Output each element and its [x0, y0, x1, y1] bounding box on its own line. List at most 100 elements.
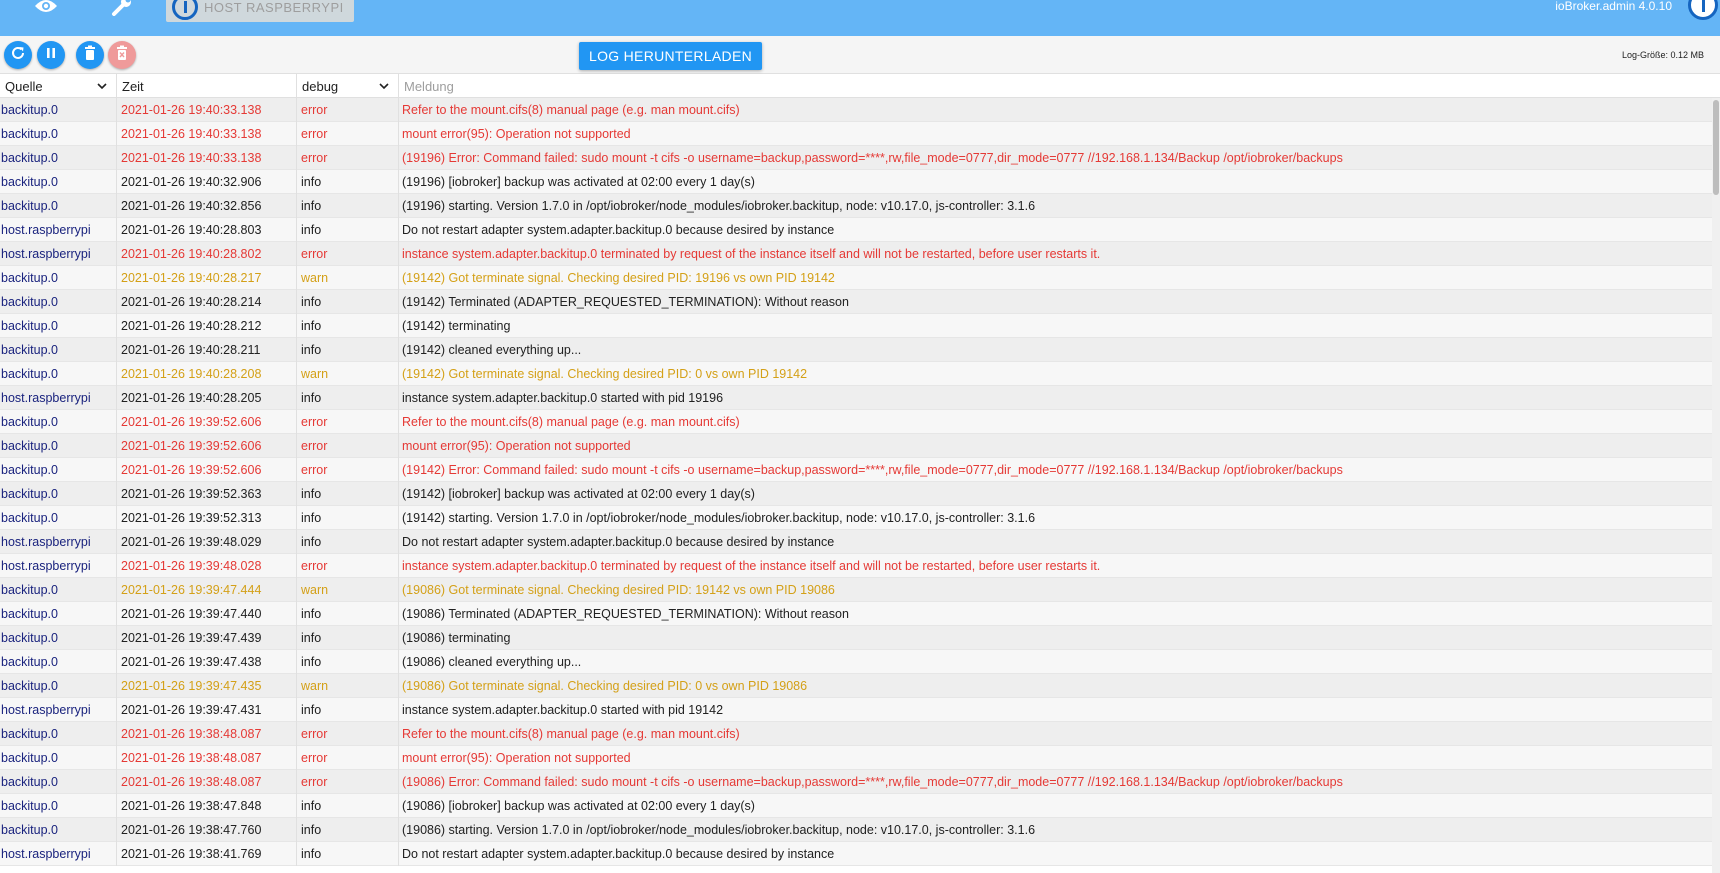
table-row[interactable]: backitup.0 2021-01-26 19:40:28.212 info (19… [0, 314, 1712, 338]
wrench-icon[interactable] [102, 0, 142, 20]
table-row[interactable]: backitup.0 2021-01-26 19:40:33.138 error Re… [0, 98, 1712, 122]
message-filter-input[interactable]: Meldung [398, 74, 1720, 98]
time-cell: 2021-01-26 19:39:52.606 [121, 463, 262, 477]
table-row[interactable]: host.raspberrypi 2021-01-26 19:40:28.205 i… [0, 386, 1712, 410]
time-cell: 2021-01-26 19:38:48.087 [121, 727, 262, 741]
table-row[interactable]: backitup.0 2021-01-26 19:39:47.435 warn (19… [0, 674, 1712, 698]
table-row[interactable]: backitup.0 2021-01-26 19:40:28.208 warn (19… [0, 362, 1712, 386]
message-cell: (19196) starting. Version 1.7.0 in /opt/… [402, 199, 1036, 213]
table-row[interactable]: backitup.0 2021-01-26 19:39:47.438 info (19… [0, 650, 1712, 674]
source-cell: host.raspberrypi [1, 559, 91, 573]
level-cell: error [301, 439, 328, 453]
column-divider [398, 458, 399, 482]
time-cell: 2021-01-26 19:39:52.606 [121, 415, 262, 429]
table-row[interactable]: backitup.0 2021-01-26 19:39:52.606 error Re… [0, 410, 1712, 434]
table-row[interactable]: backitup.0 2021-01-26 19:40:28.217 warn (19… [0, 266, 1712, 290]
table-row[interactable]: host.raspberrypi 2021-01-26 19:39:48.028 e… [0, 554, 1712, 578]
eye-icon[interactable] [26, 0, 66, 20]
message-cell: mount error(95): Operation not supported [402, 751, 631, 765]
host-tab[interactable]: HOST RASPBERRYPI [166, 0, 354, 22]
message-cell: (19142) Terminated (ADAPTER_REQUESTED_TE… [402, 295, 849, 309]
download-log-button[interactable]: LOG HERUNTERLADEN [579, 42, 762, 70]
column-divider [116, 410, 117, 434]
table-row[interactable]: backitup.0 2021-01-26 19:39:52.606 error (1… [0, 458, 1712, 482]
table-row[interactable]: backitup.0 2021-01-26 19:38:48.087 error mo… [0, 746, 1712, 770]
table-row[interactable]: backitup.0 2021-01-26 19:38:47.848 info (19… [0, 794, 1712, 818]
column-divider [398, 482, 399, 506]
level-cell: info [301, 655, 322, 669]
iobroker-logo-icon[interactable] [1688, 0, 1718, 20]
table-row[interactable]: backitup.0 2021-01-26 19:40:28.214 info (19… [0, 290, 1712, 314]
column-divider [116, 746, 117, 770]
delete-forever-icon [115, 45, 129, 66]
message-cell: (19086) terminating [402, 631, 511, 645]
message-cell: (19142) Got terminate signal. Checking d… [402, 271, 835, 285]
table-row[interactable]: backitup.0 2021-01-26 19:39:47.439 info (19… [0, 626, 1712, 650]
column-divider [398, 794, 399, 818]
table-row[interactable]: backitup.0 2021-01-26 19:40:33.138 error (1… [0, 146, 1712, 170]
column-divider [398, 770, 399, 794]
pause-icon [44, 46, 58, 65]
message-cell: Do not restart adapter system.adapter.ba… [402, 223, 835, 237]
message-cell: mount error(95): Operation not supported [402, 439, 631, 453]
column-divider [116, 458, 117, 482]
scrollbar[interactable] [1712, 98, 1720, 873]
column-divider [296, 722, 297, 746]
column-divider [296, 818, 297, 842]
table-row[interactable]: host.raspberrypi 2021-01-26 19:39:48.029 i… [0, 530, 1712, 554]
level-cell: info [301, 607, 322, 621]
table-row[interactable]: backitup.0 2021-01-26 19:40:28.211 info (19… [0, 338, 1712, 362]
table-row[interactable]: backitup.0 2021-01-26 19:39:52.363 info (19… [0, 482, 1712, 506]
table-row[interactable]: backitup.0 2021-01-26 19:40:33.138 error mo… [0, 122, 1712, 146]
time-cell: 2021-01-26 19:40:32.856 [121, 199, 262, 213]
level-cell: warn [301, 583, 329, 597]
column-divider [398, 242, 399, 266]
message-cell: instance system.adapter.backitup.0 start… [402, 391, 724, 405]
column-divider [398, 530, 399, 554]
level-cell: error [301, 103, 328, 117]
column-divider [296, 386, 297, 410]
message-cell: (19142) starting. Version 1.7.0 in /opt/… [402, 511, 1036, 525]
table-row[interactable]: host.raspberrypi 2021-01-26 19:40:28.802 e… [0, 242, 1712, 266]
message-cell: (19196) Error: Command failed: sudo moun… [402, 151, 1343, 165]
refresh-button[interactable] [4, 41, 32, 69]
table-row[interactable]: backitup.0 2021-01-26 19:39:52.313 info (19… [0, 506, 1712, 530]
source-cell: backitup.0 [1, 679, 58, 693]
table-row[interactable]: backitup.0 2021-01-26 19:40:32.856 info (19… [0, 194, 1712, 218]
column-divider [296, 842, 297, 866]
table-row[interactable]: host.raspberrypi 2021-01-26 19:40:28.803 i… [0, 218, 1712, 242]
column-divider [398, 746, 399, 770]
source-cell: host.raspberrypi [1, 391, 91, 405]
table-row[interactable]: backitup.0 2021-01-26 19:40:32.906 info (19… [0, 170, 1712, 194]
column-divider [116, 434, 117, 458]
delete-log-button[interactable] [76, 41, 104, 69]
table-row[interactable]: backitup.0 2021-01-26 19:38:48.087 error (1… [0, 770, 1712, 794]
column-divider [296, 266, 297, 290]
column-divider [398, 626, 399, 650]
table-row[interactable]: backitup.0 2021-01-26 19:39:52.606 error mo… [0, 434, 1712, 458]
level-filter-select[interactable]: debug [296, 74, 398, 98]
table-row[interactable]: backitup.0 2021-01-26 19:38:47.760 info (19… [0, 818, 1712, 842]
delete-log-file-button[interactable] [108, 41, 136, 69]
table-row[interactable]: backitup.0 2021-01-26 19:38:48.087 error Re… [0, 722, 1712, 746]
table-row[interactable]: host.raspberrypi 2021-01-26 19:39:47.431 i… [0, 698, 1712, 722]
level-cell: info [301, 343, 322, 357]
source-cell: backitup.0 [1, 415, 58, 429]
column-divider [116, 290, 117, 314]
table-row[interactable]: host.raspberrypi 2021-01-26 19:38:41.769 i… [0, 842, 1712, 866]
level-cell: info [301, 631, 322, 645]
column-divider [296, 170, 297, 194]
level-cell: info [301, 391, 322, 405]
log-table-body: backitup.0 2021-01-26 19:40:33.138 error Re… [0, 98, 1712, 873]
table-row[interactable]: backitup.0 2021-01-26 19:39:47.440 info (19… [0, 602, 1712, 626]
log-size: Log-Größe: 0.12 MB [1621, 50, 1704, 60]
table-row[interactable]: backitup.0 2021-01-26 19:39:47.444 warn (19… [0, 578, 1712, 602]
time-cell: 2021-01-26 19:39:47.444 [121, 583, 262, 597]
source-filter-select[interactable]: Quelle [0, 74, 116, 98]
message-filter-placeholder: Meldung [404, 78, 454, 94]
time-cell: 2021-01-26 19:40:33.138 [121, 103, 262, 117]
scrollbar-thumb[interactable] [1713, 100, 1719, 195]
pause-button[interactable] [37, 41, 65, 69]
source-cell: backitup.0 [1, 367, 58, 381]
time-cell: 2021-01-26 19:40:28.802 [121, 247, 262, 261]
